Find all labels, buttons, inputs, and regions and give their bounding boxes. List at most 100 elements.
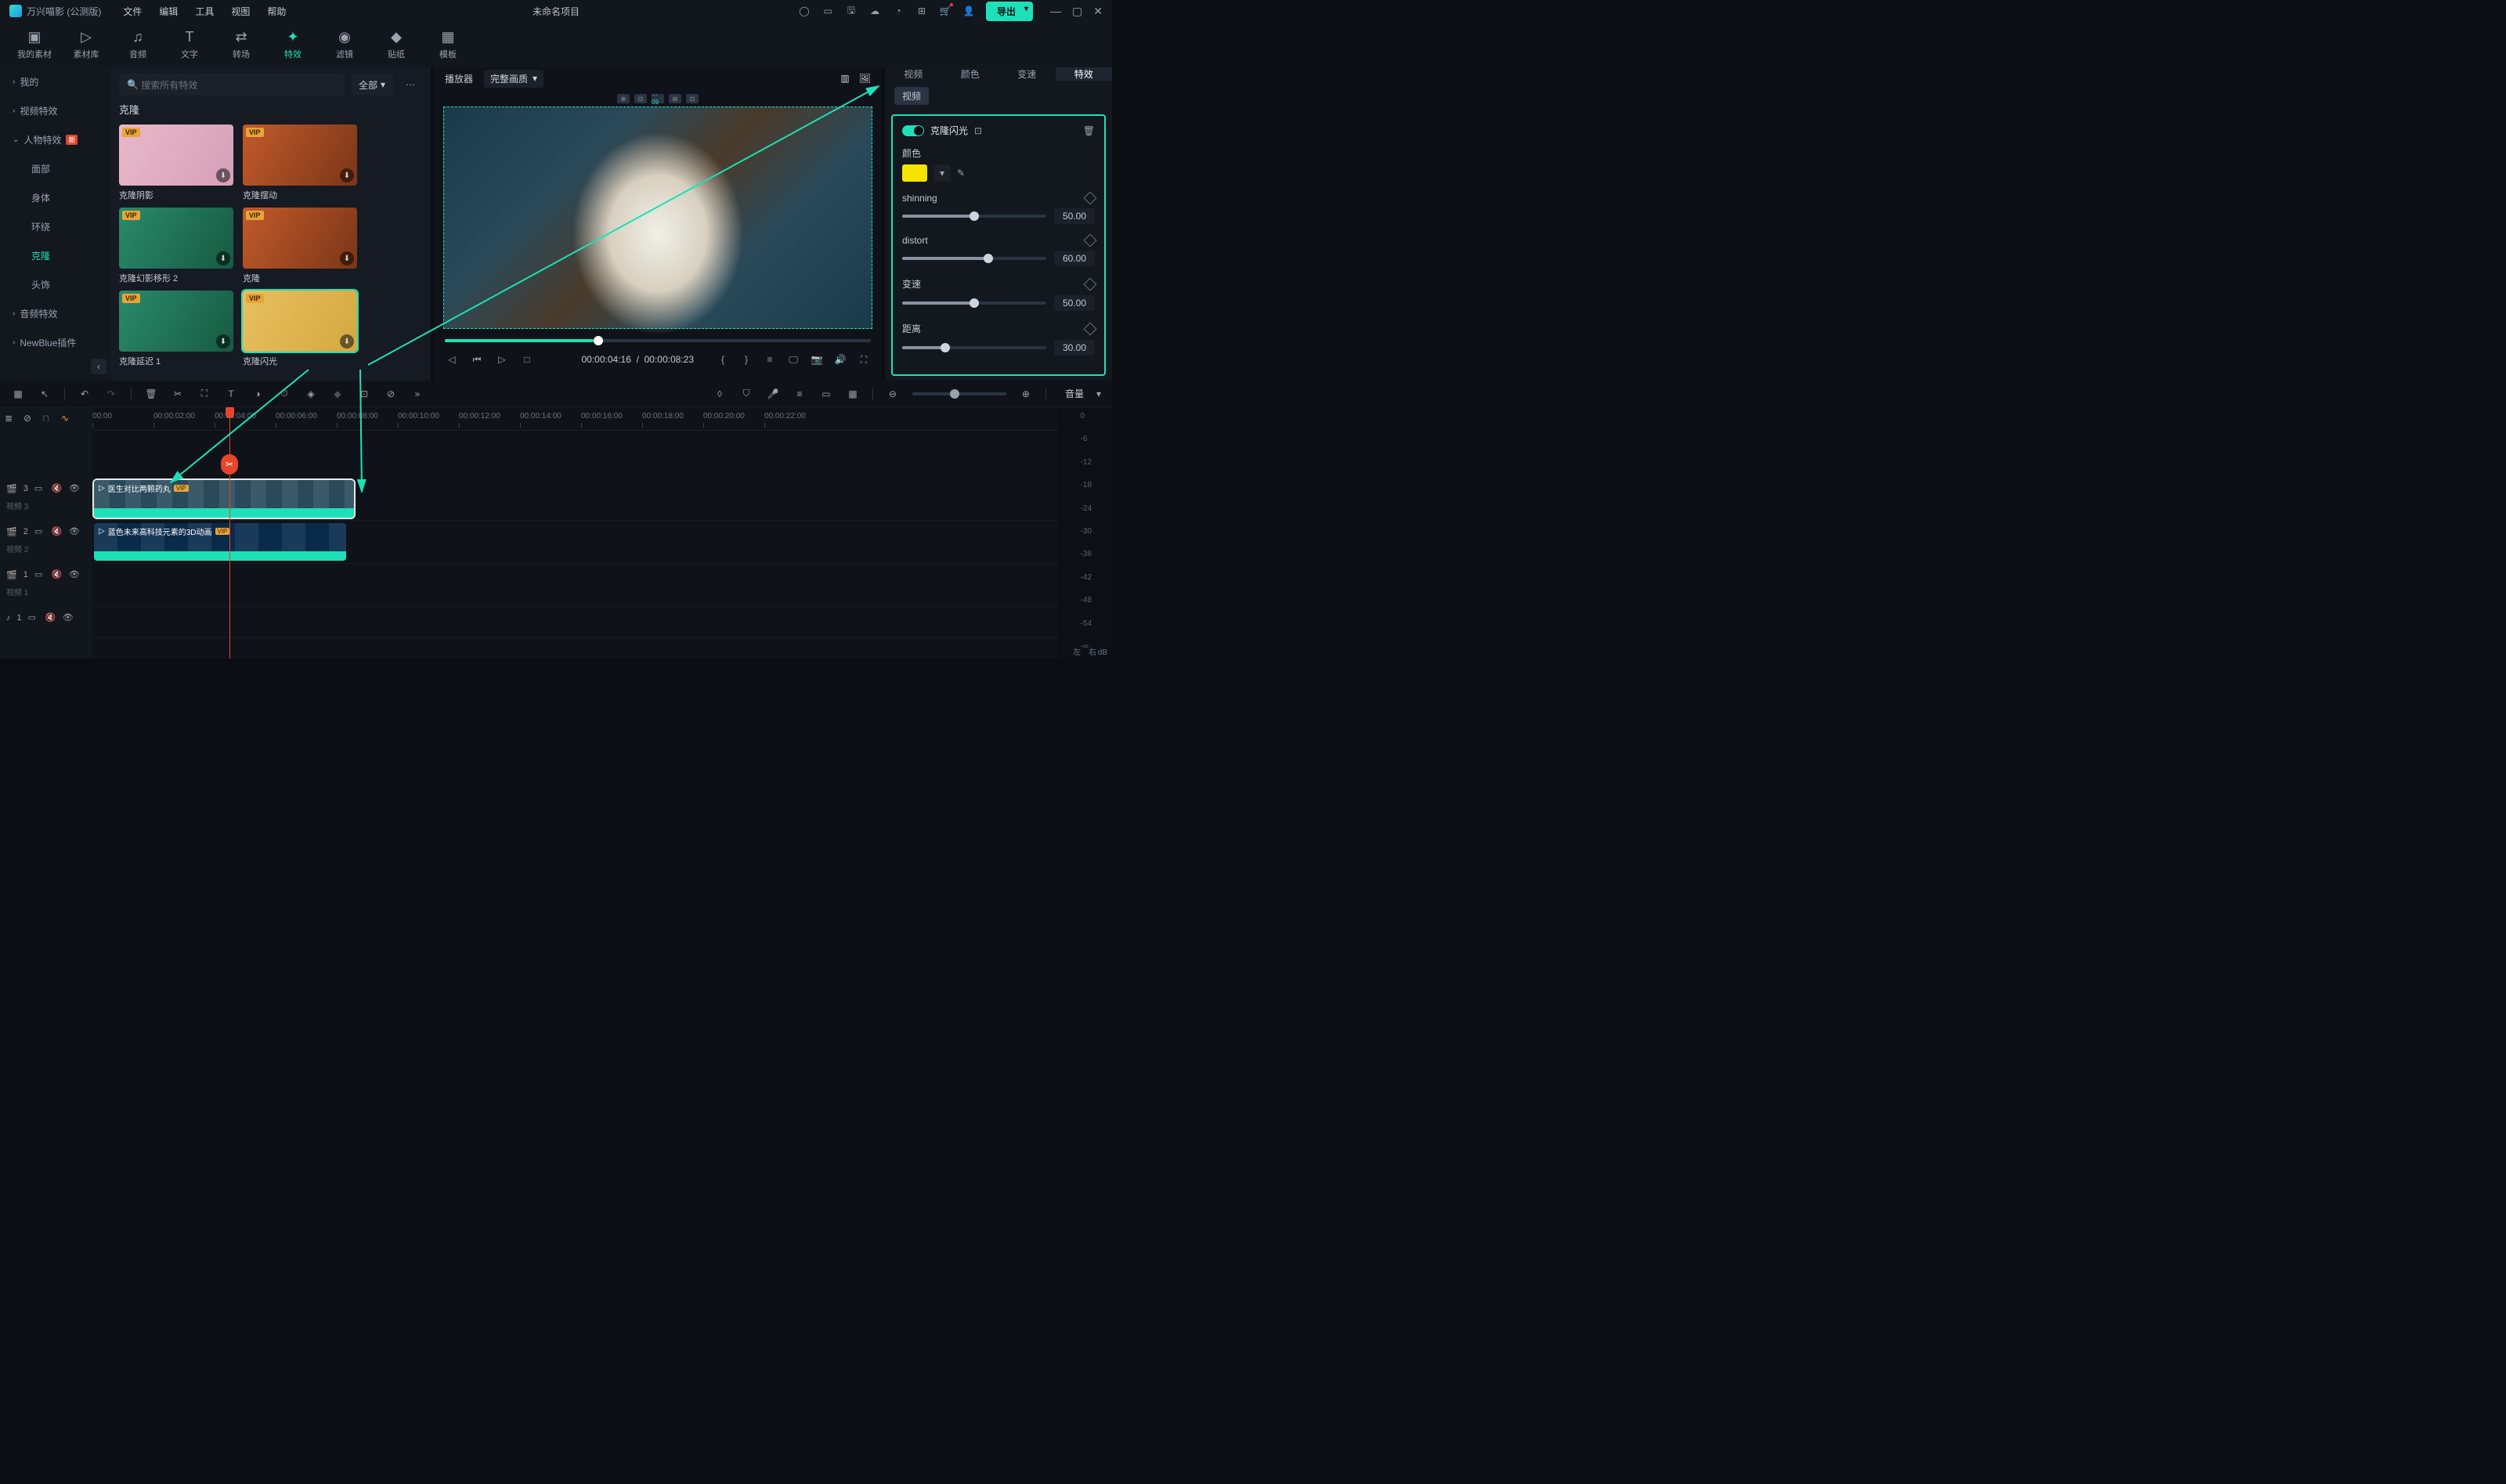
tab-stock[interactable]: ▷素材库 [66,29,107,60]
track-folder-icon[interactable]: ▭ [34,569,45,580]
filter-dropdown[interactable]: 全部▾ [351,74,393,96]
text-tool-icon[interactable]: T [224,387,238,401]
param-value[interactable]: 50.00 [1054,295,1095,311]
menu-view[interactable]: 视图 [231,5,250,18]
expand-tool-icon[interactable]: » [410,387,424,401]
color-dropdown[interactable]: ▾ [933,164,951,182]
zoom-slider[interactable] [912,392,1006,395]
cart-icon[interactable]: 🛒 [939,5,951,17]
sidebar-item-face[interactable]: 面部 [0,154,110,183]
delete-button[interactable]: 🗑 [144,387,158,401]
export-button[interactable]: 导出 [986,2,1033,21]
keyframe-tool-icon[interactable]: ◆ [330,387,345,401]
menu-help[interactable]: 帮助 [267,5,286,18]
clip-video-3[interactable]: ▷医生对比两颗药丸VIP [94,480,354,518]
mark-out-icon[interactable]: } [739,352,753,366]
sidebar-item-clone[interactable]: 克隆 [0,241,110,270]
eyedropper-icon[interactable]: ✎ [957,168,965,179]
crop-button[interactable]: ⛶ [197,387,211,401]
maximize-button[interactable]: ▢ [1072,5,1082,18]
stop-button[interactable]: □ [520,352,534,366]
sub-tab-video[interactable]: 视频 [894,87,929,105]
link-icon[interactable]: ⊘ [23,413,36,425]
cloud-icon[interactable]: ☁ [868,5,881,17]
volume-icon[interactable]: 🔊 [833,352,847,366]
headphone-icon[interactable]: ◔ [892,5,905,17]
track-header[interactable]: 🎬1 ▭ 🔇 👁 [0,564,92,586]
keyframe-button[interactable] [1084,322,1097,335]
fullscreen-icon[interactable]: ⛶ [857,352,871,366]
download-icon[interactable]: ⬇ [340,251,354,265]
download-icon[interactable]: ⬇ [340,168,354,182]
sidebar-item-video-fx[interactable]: ›视频特效 [0,96,110,125]
search-input[interactable]: 🔍 搜索所有特效 [119,74,345,96]
keyframe-button[interactable] [1084,192,1097,205]
sidebar-item-audio-fx[interactable]: ›音频特效 [0,299,110,328]
menu-tools[interactable]: 工具 [195,5,214,18]
track-visible-icon[interactable]: 👁 [69,483,80,494]
scrub-bar[interactable] [445,334,871,348]
mic-icon[interactable]: 🎤 [766,387,780,401]
more-button[interactable]: ⋯ [399,74,421,96]
step-back-button[interactable]: ⏮ [470,352,484,366]
track-header[interactable]: ♪1 ▭ 🔇 👁 [0,607,92,629]
tab-transition[interactable]: ⇄转场 [221,29,262,60]
record-icon[interactable]: ◯ [798,5,811,17]
download-icon[interactable]: ⬇ [340,334,354,348]
effect-thumb[interactable]: VIP⬇克隆延迟 1 [119,291,233,367]
sidebar-item-my[interactable]: ›我的 [0,67,110,96]
tab-effects[interactable]: ✦特效 [273,29,313,60]
tab-text[interactable]: T文字 [169,29,210,60]
sidebar-item-surround[interactable]: 环绕 [0,212,110,241]
tab-stickers[interactable]: ◆贴纸 [376,29,417,60]
color-swatch[interactable] [902,164,927,182]
track-mute-icon[interactable]: 🔇 [52,483,63,494]
magnet-icon[interactable]: ⊓ [42,413,55,425]
param-slider[interactable] [902,215,1046,218]
snapshot-icon[interactable]: 🖼 [859,73,871,84]
playhead[interactable]: ✂ [229,407,230,659]
param-slider[interactable] [902,257,1046,260]
undo-button[interactable]: ↶ [78,387,92,401]
effect-toggle[interactable] [902,125,924,136]
track-mute-icon[interactable]: 🔇 [45,612,56,623]
tab-audio[interactable]: ♫音频 [117,29,158,60]
pointer-tool-icon[interactable]: ↖ [38,387,52,401]
tab-filters[interactable]: ◉滤镜 [324,29,365,60]
shield-icon[interactable]: ⛉ [739,387,753,401]
menu-edit[interactable]: 编辑 [159,5,178,18]
list-icon[interactable]: ≡ [763,352,777,366]
preview-viewport[interactable]: ⊕⊡⋯09⊞⊡ [442,92,874,330]
tab-my-media[interactable]: ▣我的素材 [14,29,55,60]
detect-tool-icon[interactable]: ⊡ [357,387,371,401]
track-visible-icon[interactable]: 👁 [69,526,80,537]
track-header[interactable]: 🎬3 ▭ 🔇 👁 [0,478,92,500]
download-icon[interactable]: ⬇ [216,251,230,265]
clip-video-2[interactable]: ▷蓝色未来高科技元素的3D动画VIP [94,523,346,561]
effect-thumb[interactable]: VIP⬇克隆摆动 [243,125,357,201]
marker-icon[interactable]: ◊ [713,387,727,401]
play-button[interactable]: ▷ [495,352,509,366]
zoom-out-button[interactable]: ⊖ [886,387,900,401]
monitor-icon[interactable]: 🖵 [786,352,800,366]
compare-icon[interactable]: ▥ [840,73,849,84]
prop-tab-speed[interactable]: 变速 [998,67,1056,81]
redo-button[interactable]: ↷ [104,387,118,401]
track-folder-icon[interactable]: ▭ [28,612,39,623]
grid-icon[interactable]: ▦ [846,387,860,401]
prop-tab-effects[interactable]: 特效 [1056,67,1113,81]
screen-icon[interactable]: ▭ [821,5,834,17]
sidebar-item-newblue[interactable]: ›NewBlue插件 [0,328,110,357]
layers-icon[interactable]: ≣ [5,413,17,425]
param-value[interactable]: 60.00 [1054,251,1095,266]
track-mute-icon[interactable]: 🔇 [52,569,63,580]
mask-tool-icon[interactable]: ◑ [251,387,265,401]
delete-effect-button[interactable]: 🗑 [1083,125,1095,136]
track-header[interactable]: 🎬2 ▭ 🔇 👁 [0,521,92,543]
menu-file[interactable]: 文件 [123,5,142,18]
effect-thumb[interactable]: VIP⬇克隆阴影 [119,125,233,201]
param-value[interactable]: 50.00 [1054,208,1095,224]
zoom-in-button[interactable]: ⊕ [1019,387,1033,401]
param-slider[interactable] [902,301,1046,305]
effect-thumb[interactable]: VIP⬇克隆闪光 [243,291,357,367]
